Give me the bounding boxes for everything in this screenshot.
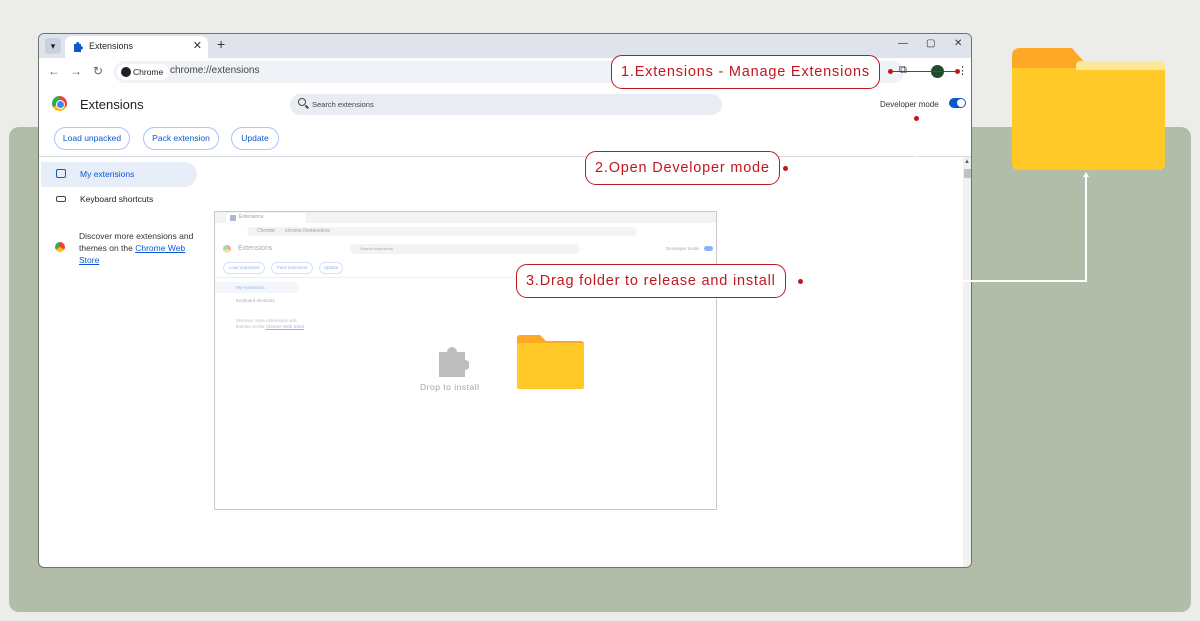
keyboard-icon [56, 196, 66, 202]
tab-extensions[interactable]: Extensions ✕ [65, 36, 208, 58]
scrollbar[interactable]: ▲ [963, 157, 971, 567]
mini-sidebar-keyboard: Keyboard shortcuts [236, 298, 275, 303]
drop-preview-screenshot: Extensions Chrome chrome://extensions Ex… [214, 211, 717, 510]
mini-tab-title: Extensions [239, 214, 264, 220]
discover-text: Discover more extensions and themes on t… [79, 230, 199, 266]
page-title: Extensions [80, 97, 144, 112]
mini-developer-toggle [704, 246, 713, 251]
connector-line-2-vertical [915, 118, 917, 170]
mini-page-title: Extensions [238, 245, 273, 252]
mini-url: chrome://extensions [285, 228, 330, 234]
mini-address-bar: Chrome chrome://extensions [247, 227, 637, 236]
mini-discover: Discover more extensions and themes on t… [236, 318, 306, 329]
scroll-up-icon[interactable]: ▲ [964, 159, 970, 165]
drop-to-install-label: Drop to install [420, 382, 480, 392]
connector-line-1 [888, 71, 958, 72]
minimize-button[interactable]: — [898, 38, 908, 49]
connector-dot [914, 116, 919, 121]
connector-dot [955, 69, 960, 74]
mini-puzzle-icon [230, 215, 236, 221]
load-unpacked-button[interactable]: Load unpacked [54, 127, 130, 150]
sidebar-item-label: My extensions [80, 169, 135, 179]
developer-mode-label: Developer mode [880, 100, 939, 109]
mini-pack-extension: Pack extension [271, 262, 313, 274]
extensions-icon [56, 169, 66, 178]
site-chip[interactable]: Chrome [117, 64, 170, 80]
search-icon [298, 98, 306, 106]
connector-dot [888, 69, 893, 74]
sidebar-item-label: Keyboard shortcuts [80, 194, 154, 204]
tab-search-button[interactable]: ▾ [45, 38, 61, 54]
sidebar-item-my-extensions[interactable]: My extensions [41, 162, 197, 187]
callout-step-2: 2.Open Developer mode [585, 151, 780, 185]
chrome-icon [121, 67, 131, 77]
mini-tab: Extensions [226, 213, 306, 223]
developer-mode-toggle[interactable] [949, 98, 966, 108]
folder-icon[interactable] [1012, 48, 1165, 170]
connector-dot [798, 279, 803, 284]
mini-sidebar-my-extensions: My extensions [236, 285, 265, 290]
scroll-thumb[interactable] [964, 169, 971, 178]
pack-extension-button[interactable]: Pack extension [143, 127, 219, 150]
reload-icon[interactable]: ↻ [93, 64, 103, 78]
web-store-icon [55, 242, 65, 252]
mini-load-unpacked: Load unpacked [223, 262, 265, 274]
search-input[interactable]: Search extensions [290, 94, 722, 115]
action-buttons: Load unpacked Pack extension Update [39, 126, 971, 157]
search-placeholder: Search extensions [312, 100, 374, 109]
mini-chrome-logo-icon [223, 245, 231, 253]
connector-line-3-horizontal [800, 280, 1087, 282]
forward-arrow-icon[interactable]: → [70, 64, 82, 78]
connector-line-3-vertical [1085, 176, 1087, 282]
puzzle-icon [439, 347, 469, 377]
url-text: chrome://extensions [170, 65, 260, 76]
site-chip-label: Chrome [133, 67, 164, 77]
back-arrow-icon[interactable]: ← [48, 64, 60, 78]
new-tab-button[interactable]: + [217, 36, 225, 52]
mini-chip: Chrome [257, 228, 275, 234]
extensions-header: Extensions Search extensions Developer m… [39, 86, 971, 124]
sidebar-item-keyboard-shortcuts[interactable]: Keyboard shortcuts [41, 187, 197, 212]
chrome-logo-icon [52, 96, 67, 111]
mini-developer-mode-label: Developer mode [666, 246, 700, 251]
connector-dot [783, 166, 788, 171]
mini-tab-strip: Extensions [215, 212, 716, 223]
mini-search-placeholder: Search extensions [360, 246, 393, 251]
puzzle-icon [74, 42, 83, 52]
update-button[interactable]: Update [231, 127, 279, 150]
tab-close-icon[interactable]: ✕ [193, 39, 202, 52]
callout-step-1: 1.Extensions - Manage Extensions [611, 55, 880, 89]
arrow-up-icon [1083, 172, 1089, 177]
tab-title: Extensions [89, 41, 134, 51]
mini-update: Update [319, 262, 343, 274]
folder-icon [517, 335, 584, 389]
mini-web-store-link: Chrome Web Store [265, 323, 305, 329]
mini-search: Search extensions [350, 244, 580, 254]
close-window-button[interactable]: ✕ [954, 38, 962, 49]
connector-line-2-horizontal [787, 168, 917, 170]
callout-step-3: 3.Drag folder to release and install [516, 264, 786, 298]
maximize-button[interactable]: ▢ [926, 38, 935, 49]
